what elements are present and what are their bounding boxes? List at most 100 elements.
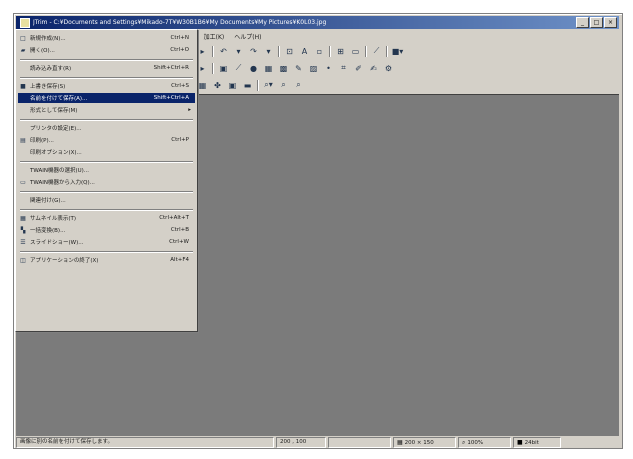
file-menu-item-shortcut: Ctrl+S	[171, 83, 189, 89]
status-zoom-text: 100%	[467, 439, 484, 446]
minimize-button[interactable]: _	[576, 17, 589, 28]
file-menu-item-shortcut: Shift+Ctrl+R	[153, 65, 189, 71]
pen-icon[interactable]: ✐	[353, 63, 364, 74]
thumbnail-icon: ▦	[20, 214, 26, 222]
file-menu-item-16[interactable]: 関連付け(G)...	[18, 195, 195, 205]
batch-convert-icon: ▚	[20, 226, 26, 234]
file-menu-item-6[interactable]: 名前を付けて保存(A)... Shift+Ctrl+A	[18, 93, 195, 103]
file-menu-item-9[interactable]: プリンタの設定(E)...	[18, 123, 195, 133]
menu-separator	[20, 77, 193, 79]
file-menu-item-14[interactable]: ▭ TWAIN機器から入力(Q)...	[18, 177, 195, 187]
status-message: 画像に別の名前を付けて保存します。	[16, 436, 274, 448]
undo-dropdown-icon[interactable]: ▾	[233, 46, 244, 57]
file-menu-item-label: TWAIN機器から入力(Q)...	[30, 180, 95, 186]
dot-icon[interactable]: •	[323, 63, 334, 74]
submenu-arrow-icon: ▸	[188, 107, 191, 113]
toolbar-row-1: ▸ ↶ ▾ ↷ ▾ ⊡ A ▫ ⊞ ▭ ⟋ ■▾	[197, 44, 403, 58]
file-menu-item-10[interactable]: ▤ 印刷(P)... Ctrl+P	[18, 135, 195, 145]
new-file-icon: □	[20, 34, 26, 42]
file-menu-item-0[interactable]: □ 新規作成(N)... Ctrl+N	[18, 33, 195, 43]
file-menu-item-label: 一括変換(B)...	[30, 228, 66, 234]
brush-icon[interactable]: ✎	[293, 63, 304, 74]
open-folder-icon: ▰	[20, 46, 26, 54]
file-menu-item-22[interactable]: ◫ アプリケーションの終了(X) Alt+F4	[18, 255, 195, 265]
file-menu-item-label: 開く(O)...	[30, 48, 55, 54]
printer-icon: ▤	[20, 136, 26, 144]
mosaic-icon[interactable]: ▩	[278, 63, 289, 74]
app-icon[interactable]	[20, 17, 30, 28]
slideshow-icon: ☰	[20, 238, 26, 246]
zoom-in-icon[interactable]: ⌕	[278, 80, 289, 91]
zoom-out-icon[interactable]: ⌕	[293, 80, 304, 91]
magnifier-dropdown-icon[interactable]: ⌕▾	[263, 80, 274, 91]
title-bar[interactable]: JTrim - C:¥Documents and Settings¥Mikado…	[16, 16, 619, 29]
window-controls: _ □ ×	[576, 17, 617, 28]
image-icon[interactable]: ▣	[227, 80, 238, 91]
menu-item-6[interactable]: ヘルプ(H)	[229, 32, 266, 41]
file-menu-item-5[interactable]: ■ 上書き保存(S) Ctrl+S	[18, 81, 195, 91]
file-menu-item-shortcut: Ctrl+W	[169, 239, 189, 245]
arrow-right-icon[interactable]: ▸	[197, 63, 208, 74]
file-menu-item-label: 新規作成(N)...	[30, 36, 66, 42]
file-menu-item-label: 関連付け(G)...	[30, 198, 66, 204]
eyedropper-icon[interactable]: ⟋	[371, 46, 382, 57]
toolbar-separator	[212, 45, 214, 57]
redo-arrow-icon[interactable]: ↷	[248, 46, 259, 57]
grid-icon[interactable]: ⊞	[335, 46, 346, 57]
file-menu-item-11[interactable]: 印刷オプション(X)...	[18, 147, 195, 157]
menu-separator	[20, 191, 193, 193]
window-icon[interactable]: ▭	[350, 46, 361, 57]
menu-separator	[20, 251, 193, 253]
file-menu-item-19[interactable]: ▚ 一括変換(B)... Ctrl+B	[18, 225, 195, 235]
save-icon: ■	[20, 82, 26, 90]
resize-icon[interactable]: ⊡	[284, 46, 295, 57]
text-icon[interactable]: A	[299, 46, 310, 57]
file-menu-item-13[interactable]: TWAIN機器の選択(U)...	[18, 165, 195, 175]
close-button[interactable]: ×	[604, 17, 617, 28]
filter-icon[interactable]: ▦	[263, 63, 274, 74]
palette-icon[interactable]: ✤	[212, 80, 223, 91]
file-menu-item-18[interactable]: ▦ サムネイル表示(T) Ctrl+Alt+T	[18, 213, 195, 223]
menu-separator	[20, 119, 193, 121]
file-menu-item-label: サムネイル表示(T)	[30, 216, 77, 222]
file-menu-item-3[interactable]: 読み込み直す(R) Shift+Ctrl+R	[18, 63, 195, 73]
file-menu-item-label: アプリケーションの終了(X)	[30, 258, 99, 264]
circle-icon[interactable]: ●	[248, 63, 259, 74]
status-coords: 200 , 100	[276, 436, 326, 448]
photo-icon[interactable]: ▣	[218, 63, 229, 74]
maximize-button[interactable]: □	[590, 17, 603, 28]
file-menu-item-shortcut: Ctrl+O	[170, 47, 189, 53]
toolbar-separator	[212, 62, 214, 74]
settings-icon[interactable]: ⚙	[383, 63, 394, 74]
redo-icon[interactable]: ▸	[197, 46, 208, 57]
paint-icon[interactable]: ✍	[368, 63, 379, 74]
toolbar-separator	[329, 45, 331, 57]
file-menu-item-shortcut: Ctrl+Alt+T	[159, 215, 189, 221]
file-menu-item-7[interactable]: 形式として保存(M) ▸	[18, 105, 195, 115]
toolbar-row-3: ▦ ✤ ▣ ▬ ⌕▾ ⌕ ⌕	[197, 78, 304, 92]
menu-item-5[interactable]: 加工(K)	[199, 32, 230, 41]
toolbar-separator	[278, 45, 280, 57]
toolbar-separator	[257, 79, 259, 91]
color-menu-icon[interactable]: ■▾	[392, 46, 404, 57]
file-menu-item-1[interactable]: ▰ 開く(O)... Ctrl+O	[18, 45, 195, 55]
file-menu-dropdown: □ 新規作成(N)... Ctrl+N ▰ 開く(O)... Ctrl+O 読み込み直す(R…	[15, 29, 198, 332]
line-icon[interactable]: ⟋	[233, 63, 244, 74]
status-zoom: ⌕ 100%	[458, 436, 511, 448]
clear-icon[interactable]: ▫	[314, 46, 325, 57]
status-empty	[328, 436, 391, 448]
file-menu-item-label: 名前を付けて保存(A)...	[30, 96, 88, 102]
frame-icon[interactable]: ▬	[242, 80, 253, 91]
crop-icon[interactable]: ⌗	[338, 63, 349, 74]
toolbar-separator	[365, 45, 367, 57]
thumbnail-view-icon[interactable]: ▦	[197, 80, 208, 91]
scanner-icon: ▭	[20, 178, 26, 186]
exit-icon: ◫	[20, 256, 26, 264]
file-menu-item-20[interactable]: ☰ スライドショー(W)... Ctrl+W	[18, 237, 195, 247]
redo-dropdown-icon[interactable]: ▾	[263, 46, 274, 57]
blur-icon[interactable]: ▨	[308, 63, 319, 74]
file-menu-item-shortcut: Shift+Ctrl+A	[153, 95, 189, 101]
file-menu-item-label: 印刷(P)...	[30, 138, 54, 144]
magnifier-icon: ⌕	[462, 438, 466, 446]
undo-icon[interactable]: ↶	[218, 46, 229, 57]
